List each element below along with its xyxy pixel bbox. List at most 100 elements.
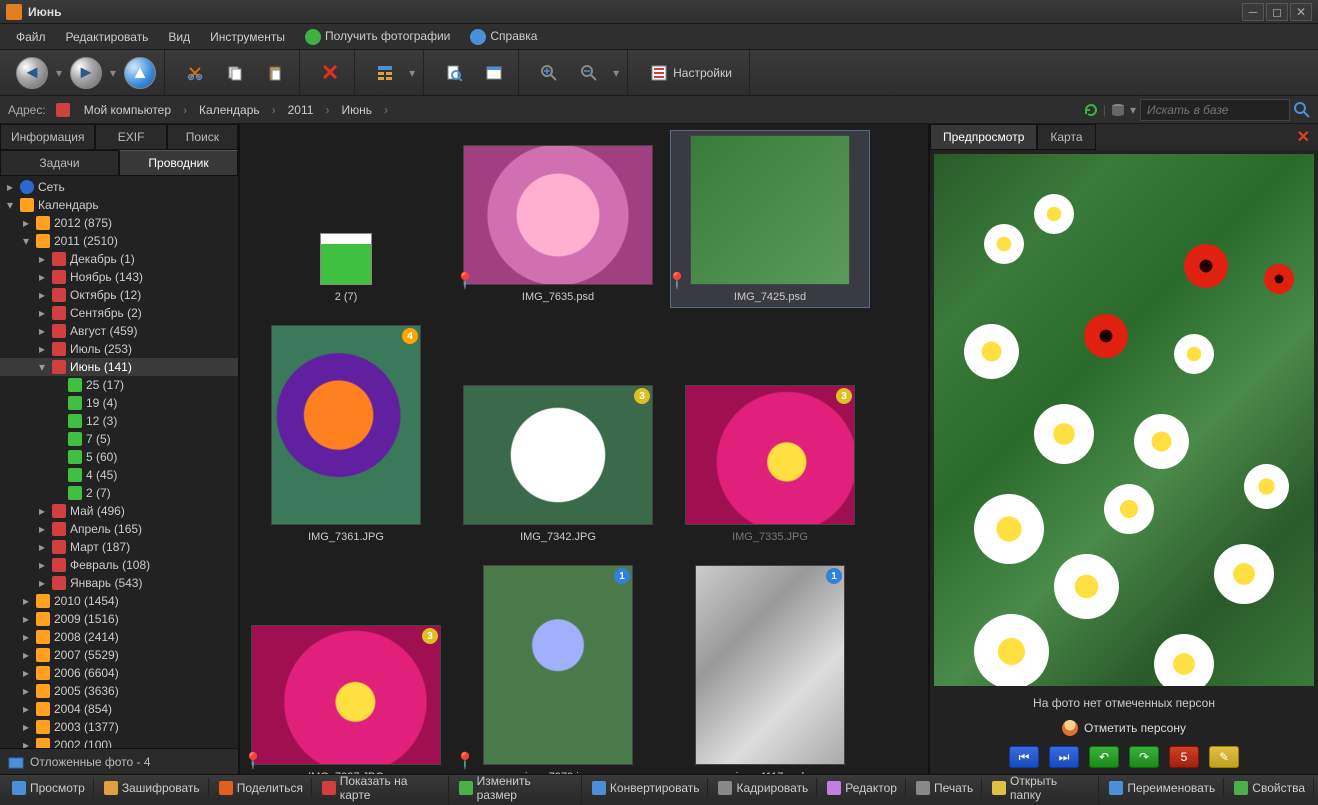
- expander-icon[interactable]: ▸: [20, 612, 32, 626]
- tree-node[interactable]: ▸2012 (875): [0, 214, 238, 232]
- tree-node[interactable]: ▸2006 (6604): [0, 664, 238, 682]
- bottombar-button[interactable]: Зашифровать: [96, 778, 209, 798]
- bottombar-button[interactable]: Переименовать: [1101, 778, 1224, 798]
- tree-node[interactable]: ▸2004 (854): [0, 700, 238, 718]
- view-thumbnails-button[interactable]: [367, 55, 403, 91]
- tree-node[interactable]: ▸2002 (100): [0, 736, 238, 748]
- tree-node[interactable]: ▾2011 (2510): [0, 232, 238, 250]
- expander-icon[interactable]: ▸: [20, 216, 32, 230]
- tree-node[interactable]: 2 (7): [0, 484, 238, 502]
- tab-search[interactable]: Поиск: [167, 124, 238, 150]
- bottombar-button[interactable]: Конвертировать: [584, 778, 709, 798]
- search-dropdown[interactable]: ▾: [1130, 103, 1136, 117]
- tree-node[interactable]: 12 (3): [0, 412, 238, 430]
- tree-node[interactable]: 4 (45): [0, 466, 238, 484]
- preview-tab-preview[interactable]: Предпросмотр: [930, 124, 1037, 150]
- tree-node[interactable]: 25 (17): [0, 376, 238, 394]
- view-dropdown[interactable]: ▾: [407, 66, 417, 80]
- minimize-button[interactable]: ─: [1242, 3, 1264, 21]
- tree-node[interactable]: ▸Май (496): [0, 502, 238, 520]
- nav-back-dropdown[interactable]: ▾: [54, 66, 64, 80]
- expander-icon[interactable]: ▸: [36, 558, 48, 572]
- window-button[interactable]: [476, 55, 512, 91]
- thumbnail[interactable]: 1📍img_7979.jpg: [458, 560, 658, 774]
- prev-next-button[interactable]: ⏭: [1049, 746, 1079, 768]
- expander-icon[interactable]: ▸: [36, 252, 48, 266]
- tree-node[interactable]: ▸2007 (5529): [0, 646, 238, 664]
- tree-node[interactable]: ▸Сеть: [0, 178, 238, 196]
- tree-node[interactable]: ▾Июнь (141): [0, 358, 238, 376]
- nav-up-button[interactable]: ▲: [122, 55, 158, 91]
- zoom-in-button[interactable]: [531, 55, 567, 91]
- folder-tree[interactable]: ▸Сеть▾Календарь▸2012 (875)▾2011 (2510)▸Д…: [0, 176, 238, 748]
- tree-node[interactable]: ▸Ноябрь (143): [0, 268, 238, 286]
- tab-tasks[interactable]: Задачи: [0, 150, 119, 176]
- bottombar-button[interactable]: Поделиться: [211, 778, 312, 798]
- tree-node[interactable]: ▸Октябрь (12): [0, 286, 238, 304]
- expander-icon[interactable]: ▸: [36, 522, 48, 536]
- nav-back-button[interactable]: ◄: [14, 55, 50, 91]
- crumb-root[interactable]: Мой компьютер: [80, 101, 175, 119]
- expander-icon[interactable]: ▸: [20, 630, 32, 644]
- cut-button[interactable]: [177, 55, 213, 91]
- tree-node[interactable]: ▸2010 (1454): [0, 592, 238, 610]
- expander-icon[interactable]: ▸: [36, 324, 48, 338]
- expander-icon[interactable]: ▸: [20, 684, 32, 698]
- expander-icon[interactable]: ▸: [36, 576, 48, 590]
- expander-icon[interactable]: ▾: [36, 360, 48, 374]
- preview-button[interactable]: [436, 55, 472, 91]
- expander-icon[interactable]: ▸: [36, 504, 48, 518]
- search-icon[interactable]: [1294, 102, 1310, 118]
- expander-icon[interactable]: ▾: [4, 198, 16, 212]
- menu-file[interactable]: Файл: [8, 26, 54, 48]
- settings-button[interactable]: Настройки: [640, 55, 743, 91]
- expander-icon[interactable]: ▸: [20, 666, 32, 680]
- expander-icon[interactable]: ▸: [36, 270, 48, 284]
- bottombar-button[interactable]: Кадрировать: [710, 778, 817, 798]
- tree-node[interactable]: ▸Март (187): [0, 538, 238, 556]
- search-input[interactable]: [1140, 99, 1290, 121]
- bottombar-button[interactable]: Показать на карте: [314, 771, 449, 805]
- deferred-bar[interactable]: Отложенные фото - 4: [0, 748, 238, 774]
- bottombar-button[interactable]: Печать: [908, 778, 982, 798]
- preview-tab-map[interactable]: Карта: [1037, 124, 1095, 150]
- prev-edit-button[interactable]: ✎: [1209, 746, 1239, 768]
- paste-button[interactable]: [257, 55, 293, 91]
- prev-rotate-right-button[interactable]: ↷: [1129, 746, 1159, 768]
- expander-icon[interactable]: ▸: [4, 180, 16, 194]
- crumb-2[interactable]: 2011: [284, 101, 318, 119]
- prev-rotate-left-button[interactable]: ↶: [1089, 746, 1119, 768]
- nav-forward-button[interactable]: ►: [68, 55, 104, 91]
- close-button[interactable]: ✕: [1290, 3, 1312, 21]
- thumbnail[interactable]: 3📍IMG_7337.JPG: [246, 620, 446, 774]
- menu-tools[interactable]: Инструменты: [202, 26, 293, 48]
- tab-explorer[interactable]: Проводник: [119, 150, 238, 176]
- tree-node[interactable]: ▸Сентябрь (2): [0, 304, 238, 322]
- tree-node[interactable]: ▸2005 (3636): [0, 682, 238, 700]
- prev-first-button[interactable]: ⏮: [1009, 746, 1039, 768]
- prev-rating-button[interactable]: 5: [1169, 746, 1199, 768]
- thumbnail[interactable]: 2 (7): [246, 228, 446, 308]
- expander-icon[interactable]: ▸: [36, 540, 48, 554]
- bottombar-button[interactable]: Изменить размер: [451, 771, 582, 805]
- zoom-out-button[interactable]: [571, 55, 607, 91]
- tree-node[interactable]: ▸2008 (2414): [0, 628, 238, 646]
- database-icon[interactable]: [1110, 102, 1126, 118]
- bottombar-button[interactable]: Просмотр: [4, 778, 94, 798]
- tree-node[interactable]: ▸2003 (1377): [0, 718, 238, 736]
- tree-node[interactable]: 19 (4): [0, 394, 238, 412]
- tab-exif[interactable]: EXIF: [95, 124, 166, 150]
- menu-view[interactable]: Вид: [160, 26, 198, 48]
- expander-icon[interactable]: ▸: [36, 288, 48, 302]
- expander-icon[interactable]: ▸: [36, 342, 48, 356]
- tree-node[interactable]: ▸Июль (253): [0, 340, 238, 358]
- crumb-1[interactable]: Календарь: [195, 101, 264, 119]
- expander-icon[interactable]: ▸: [36, 306, 48, 320]
- menu-help[interactable]: Справка: [462, 25, 545, 49]
- thumbnail[interactable]: 4IMG_7361.JPG: [246, 320, 446, 548]
- maximize-button[interactable]: ◻: [1266, 3, 1288, 21]
- expander-icon[interactable]: ▸: [20, 738, 32, 748]
- menu-edit[interactable]: Редактировать: [58, 26, 157, 48]
- tree-node[interactable]: ▸Август (459): [0, 322, 238, 340]
- delete-button[interactable]: ✕: [312, 55, 348, 91]
